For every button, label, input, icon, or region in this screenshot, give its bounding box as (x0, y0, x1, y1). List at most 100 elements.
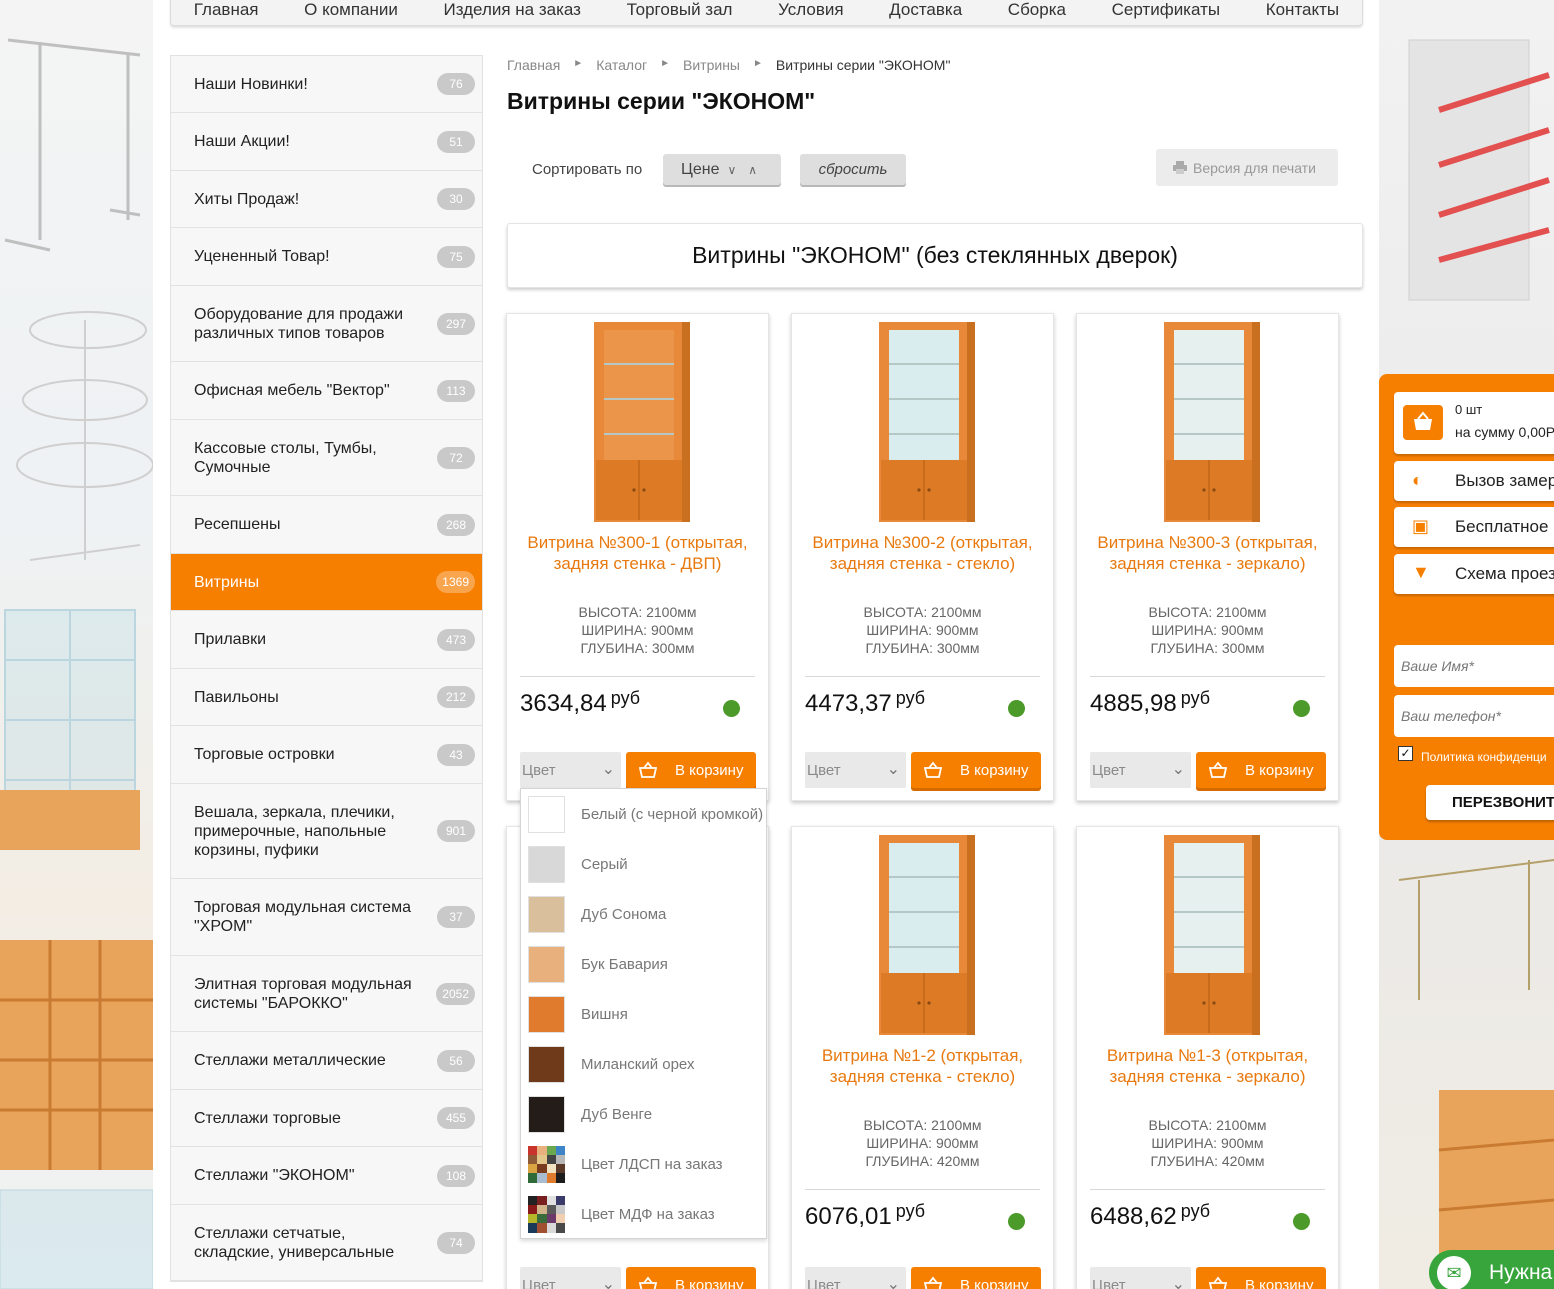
color-select[interactable]: Цвет ⌄ (520, 752, 621, 788)
add-to-cart-button[interactable]: В корзину (911, 1267, 1041, 1289)
nav-item[interactable]: Условия (778, 0, 843, 20)
sort-by-price-button[interactable]: Цене ∨ ∧ (663, 154, 781, 185)
color-option-label: Бук Бавария (581, 955, 668, 973)
card-divider (520, 676, 755, 677)
cart-qty: 0 шт (1455, 402, 1483, 417)
category-sidebar: Наши Новинки! 76 Наши Акции! 51 Хиты Продаж!… (170, 55, 483, 1282)
color-option[interactable]: Миланский орех (521, 1039, 768, 1089)
color-option-label: Серый (581, 855, 628, 873)
callback-button[interactable]: ПЕРЕЗВОНИТ (1426, 785, 1554, 820)
nav-item[interactable]: Доставка (889, 0, 962, 20)
add-to-cart-button[interactable]: В корзину (1196, 752, 1326, 788)
sidebar-category-item[interactable]: Наши Акции! 51 (171, 113, 482, 171)
free-service-button[interactable]: ▣ Бесплатное (1394, 507, 1554, 547)
sidebar-category-item[interactable]: Наши Новинки! 76 (171, 56, 482, 113)
color-option[interactable]: Бук Бавария (521, 939, 768, 989)
sidebar-category-item[interactable]: Оборудование для продажи различных типов… (171, 286, 482, 362)
sidebar-category-item[interactable]: Торговые островки 43 (171, 726, 482, 784)
call-measure-button[interactable]: ◐ Вызов замер (1394, 461, 1554, 501)
color-select[interactable]: Цвет ⌄ (805, 1267, 906, 1289)
product-image[interactable] (792, 827, 1055, 1039)
privacy-checkbox[interactable]: ✓ (1398, 746, 1413, 761)
chevron-down-icon: ⌄ (601, 761, 615, 778)
category-label: Кассовые столы, Тумбы, Сумочные (194, 439, 377, 476)
nav-item[interactable]: Главная (194, 0, 259, 20)
price-currency: руб (610, 688, 641, 708)
breadcrumb-catalog[interactable]: Каталог (596, 57, 647, 73)
product-name-link[interactable]: Витрина №1-3 (открытая, задняя стенка - … (1089, 1045, 1326, 1087)
nav-item[interactable]: Изделия на заказ (444, 0, 581, 20)
mail-icon: ✉ (1437, 1255, 1471, 1289)
category-count-badge: 455 (437, 1107, 475, 1129)
sidebar-category-item[interactable]: Торговая модульная система "ХРОМ" 37 (171, 879, 482, 956)
sidebar-category-item[interactable]: Хиты Продаж! 30 (171, 171, 482, 228)
reset-sort-button[interactable]: сбросить (800, 154, 906, 185)
category-label: Оборудование для продажи различных типов… (194, 305, 404, 342)
sidebar-category-item[interactable]: Прилавки 473 (171, 611, 482, 669)
directions-button[interactable]: ▼ Схема проез (1394, 554, 1554, 594)
color-option[interactable]: Вишня (521, 989, 768, 1039)
color-select[interactable]: Цвет ⌄ (1090, 1267, 1191, 1289)
sidebar-category-item[interactable]: Витрины 1369 (171, 554, 482, 611)
add-to-cart-button[interactable]: В корзину (911, 752, 1041, 788)
sidebar-category-item[interactable]: Ресепшены 268 (171, 496, 482, 554)
phone-input[interactable]: Ваш телефон* (1394, 695, 1554, 737)
product-image[interactable] (792, 314, 1055, 526)
color-option[interactable]: Дуб Сонома (521, 889, 768, 939)
product-image[interactable] (507, 314, 770, 526)
breadcrumb-separator: ► (573, 58, 584, 69)
product-name-link[interactable]: Витрина №1-2 (открытая, задняя стенка - … (804, 1045, 1041, 1087)
privacy-label[interactable]: Политика конфиденци (1421, 750, 1547, 764)
nav-item[interactable]: Торговый зал (627, 0, 733, 20)
product-depth: ГЛУБИНА: 420мм (1150, 1153, 1265, 1169)
product-name-link[interactable]: Витрина №300-1 (открытая, задняя стенка … (519, 532, 756, 574)
sort-asc-icon[interactable]: ∧ (748, 163, 757, 177)
color-option[interactable]: Цвет МДФ на заказ (521, 1189, 768, 1239)
color-select[interactable]: Цвет ⌄ (805, 752, 906, 788)
color-select-placeholder: Цвет (807, 762, 841, 779)
product-name-link[interactable]: Витрина №300-2 (открытая, задняя стенка … (804, 532, 1041, 574)
add-to-cart-button[interactable]: В корзину (1196, 1267, 1326, 1289)
sidebar-category-item[interactable]: Офисная мебель "Вектор" 113 (171, 362, 482, 420)
nav-item[interactable]: Контакты (1266, 0, 1339, 20)
basket-icon (1208, 1276, 1228, 1289)
sidebar-category-item[interactable]: Элитная торговая модульная системы "БАРО… (171, 956, 482, 1032)
print-version-label: Версия для печати (1193, 159, 1316, 176)
sidebar-category-item[interactable]: Стеллажи торговые 455 (171, 1090, 482, 1147)
sidebar-category-item[interactable]: Вешала, зеркала, плечики, примерочные, н… (171, 784, 482, 879)
sidebar-category-item[interactable]: Кассовые столы, Тумбы, Сумочные 72 (171, 420, 482, 496)
category-count-badge: 2052 (436, 982, 475, 1005)
breadcrumb-home[interactable]: Главная (507, 57, 560, 73)
color-option[interactable]: Серый (521, 839, 768, 889)
color-swatch (528, 995, 565, 1033)
breadcrumb: Главная ► Каталог ► Витрины ► Витрины се… (507, 57, 950, 73)
sidebar-category-item[interactable]: Стеллажи металлические 56 (171, 1032, 482, 1090)
product-image[interactable] (1077, 314, 1340, 526)
print-version-button[interactable]: Версия для печати (1156, 149, 1338, 186)
nav-item[interactable]: Сборка (1008, 0, 1066, 20)
color-select[interactable]: Цвет ⌄ (520, 1267, 621, 1289)
breadcrumb-separator: ► (660, 58, 671, 69)
sidebar-category-item[interactable]: Стеллажи "ЭКОНОМ" 108 (171, 1147, 482, 1205)
add-to-cart-button[interactable]: В корзину (626, 1267, 756, 1289)
sidebar-category-item[interactable]: Уцененный Товар! 75 (171, 228, 482, 286)
chat-widget[interactable]: ✉ Нужна (1429, 1250, 1554, 1289)
color-option[interactable]: Белый (с черной кромкой) (521, 789, 768, 839)
mini-cart[interactable]: 0 шт на сумму 0,00Р (1394, 392, 1554, 454)
add-to-cart-button[interactable]: В корзину (626, 752, 756, 788)
color-select[interactable]: Цвет ⌄ (1090, 752, 1191, 788)
nav-item[interactable]: Сертификаты (1112, 0, 1220, 20)
color-option[interactable]: Дуб Венге (521, 1089, 768, 1139)
sidebar-category-item[interactable]: Стеллажи сетчатые, складские, универсаль… (171, 1205, 482, 1281)
breadcrumb-vitriny[interactable]: Витрины (683, 57, 740, 73)
color-option[interactable]: Цвет ЛДСП на заказ (521, 1139, 768, 1189)
sort-desc-icon[interactable]: ∨ (727, 163, 736, 177)
side-widget: 0 шт на сумму 0,00Р ◐ Вызов замер ▣ Бесп… (1379, 374, 1554, 840)
color-dropdown-menu: Белый (с черной кромкой) Серый Дуб Сонома Б… (520, 788, 767, 1239)
nav-item[interactable]: О компании (304, 0, 398, 20)
name-input[interactable]: Ваше Имя* (1394, 645, 1554, 687)
category-label: Торговая модульная система "ХРОМ" (194, 899, 411, 935)
product-name-link[interactable]: Витрина №300-3 (открытая, задняя стенка … (1089, 532, 1326, 574)
product-image[interactable] (1077, 827, 1340, 1039)
sidebar-category-item[interactable]: Павильоны 212 (171, 669, 482, 726)
